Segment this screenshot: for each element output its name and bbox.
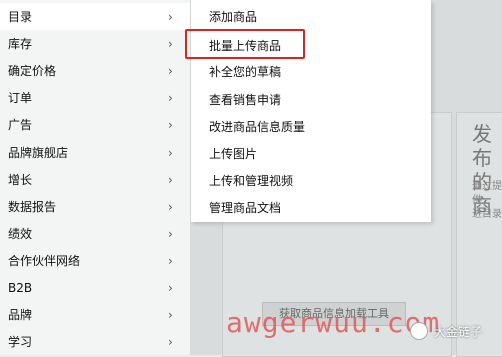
- menu-item-reports[interactable]: 数据报告 ›: [0, 193, 190, 220]
- chevron-right-icon: ›: [168, 253, 173, 268]
- menu-item-inventory[interactable]: 库存 ›: [0, 30, 190, 57]
- chevron-right-icon: ›: [168, 9, 173, 24]
- chevron-right-icon: ›: [168, 36, 173, 51]
- watermark-badge: 大金链子: [410, 322, 482, 340]
- menu-item-label: 数据报告: [8, 200, 57, 214]
- submenu-improve-listing-quality[interactable]: 改进商品信息质量: [209, 118, 305, 135]
- menu-item-label: 学习: [8, 335, 33, 349]
- menu-item-label: 品牌: [8, 308, 33, 322]
- background-card-text: 通过提供 进目录: [472, 181, 502, 220]
- chevron-right-icon: ›: [168, 280, 173, 295]
- menu-item-label: 库存: [8, 37, 33, 51]
- menu-item-label: 绩效: [8, 227, 33, 241]
- menu-item-b2b[interactable]: B2B ›: [0, 274, 190, 301]
- submenu-manage-product-documents[interactable]: 管理商品文档: [209, 199, 281, 216]
- highlight-annotation-box: [185, 29, 305, 59]
- menu-item-orders[interactable]: 订单 ›: [0, 84, 190, 111]
- chevron-right-icon: ›: [168, 90, 173, 105]
- chevron-right-icon: ›: [168, 226, 173, 241]
- menu-item-label: 订单: [8, 91, 33, 105]
- menu-item-pricing[interactable]: 确定价格 ›: [0, 57, 190, 84]
- category-menu: 目录 › 库存 › 确定价格 › 订单 › 广告 › 品牌旗舰店 › 增长 › …: [0, 0, 191, 355]
- watermark-badge-label: 大金链子: [434, 324, 483, 339]
- menu-item-brand[interactable]: 品牌 ›: [0, 301, 190, 328]
- chevron-right-icon: ›: [168, 145, 173, 160]
- menu-item-label: B2B: [8, 280, 33, 295]
- menu-item-label: 品牌旗舰店: [8, 146, 69, 160]
- menu-item-catalog[interactable]: 目录 ›: [0, 3, 190, 30]
- chevron-right-icon: ›: [168, 63, 173, 78]
- chevron-right-icon: ›: [168, 117, 173, 132]
- menu-item-advertising[interactable]: 广告 ›: [0, 111, 190, 138]
- chevron-right-icon: ›: [168, 334, 173, 349]
- menu-item-brand-store[interactable]: 品牌旗舰店 ›: [0, 139, 190, 166]
- menu-item-label: 广告: [8, 118, 33, 132]
- submenu-upload-images[interactable]: 上传图片: [209, 145, 257, 162]
- chevron-right-icon: ›: [168, 307, 173, 322]
- menu-item-label: 目录: [8, 10, 33, 24]
- wechat-icon: [410, 322, 428, 340]
- menu-item-label: 确定价格: [8, 64, 57, 78]
- menu-item-label: 合作伙伴网络: [8, 254, 81, 268]
- submenu-view-selling-applications[interactable]: 查看销售申请: [209, 91, 281, 108]
- menu-item-performance[interactable]: 绩效 ›: [0, 220, 190, 247]
- submenu-complete-drafts[interactable]: 补全您的草稿: [209, 63, 281, 80]
- chevron-right-icon: ›: [168, 172, 173, 187]
- menu-item-growth[interactable]: 增长 ›: [0, 166, 190, 193]
- menu-item-partner-network[interactable]: 合作伙伴网络 ›: [0, 247, 190, 274]
- menu-item-label: 增长: [8, 173, 33, 187]
- chevron-right-icon: ›: [168, 199, 173, 214]
- watermark-text: awgerwuu.com: [226, 306, 441, 339]
- submenu-upload-manage-videos[interactable]: 上传和管理视频: [209, 172, 293, 189]
- menu-item-learn[interactable]: 学习 ›: [0, 328, 190, 355]
- submenu-add-product[interactable]: 添加商品: [209, 8, 257, 25]
